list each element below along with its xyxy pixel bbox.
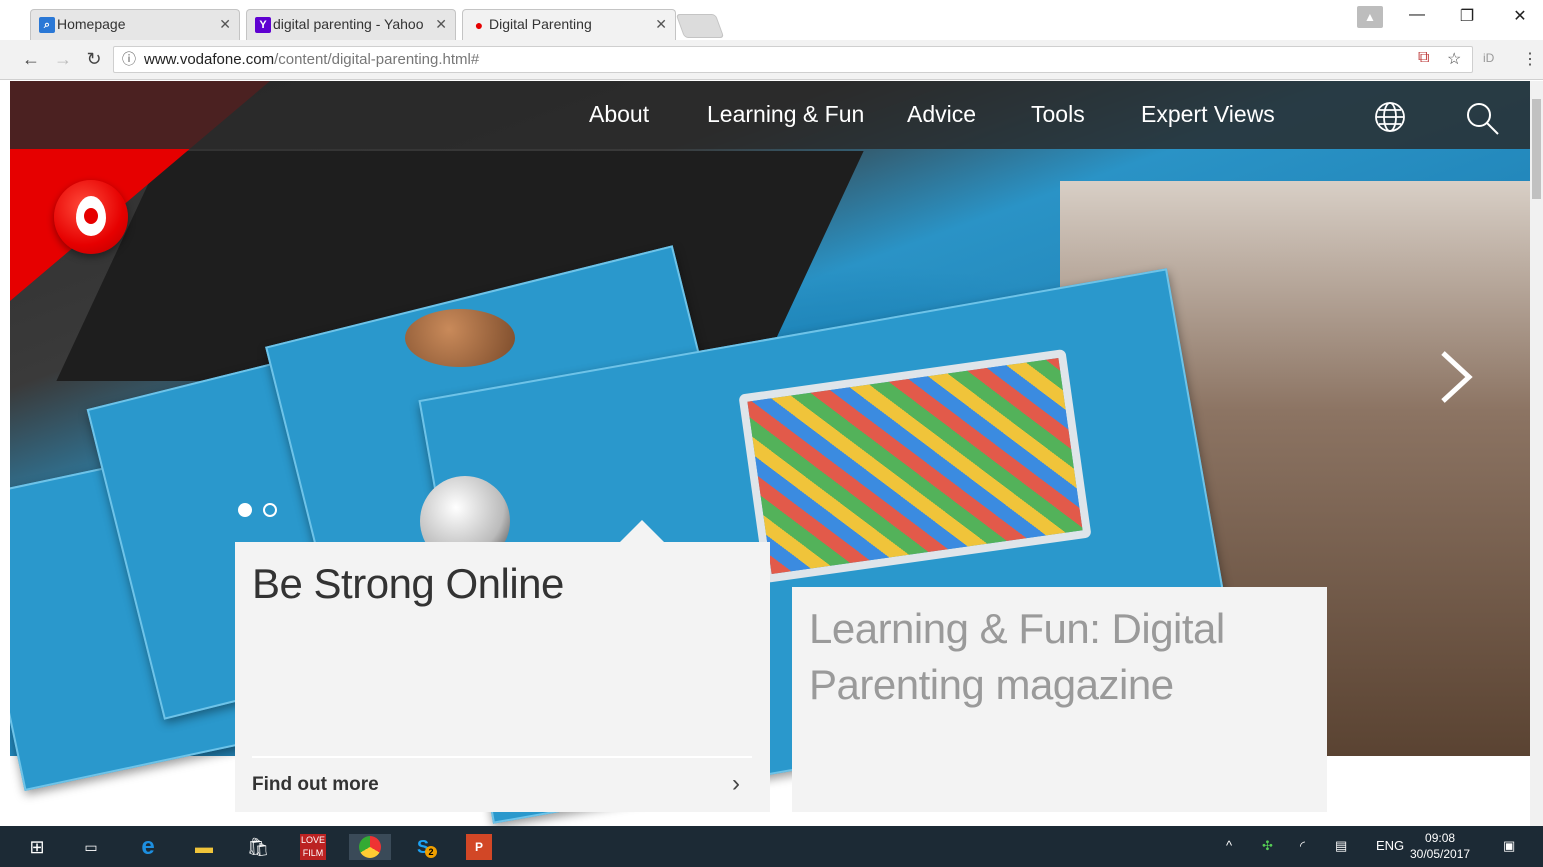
skype-badge: 2 [425, 846, 437, 858]
close-icon[interactable]: ✕ [655, 10, 667, 39]
notifications-icon[interactable]: ▣ [1503, 838, 1515, 854]
bookmark-star-icon[interactable]: ☆ [1447, 49, 1461, 69]
yahoo-icon: Y [255, 17, 271, 33]
card-title: Be Strong Online [252, 560, 564, 607]
search-icon: ⌕ [39, 17, 55, 33]
divider [252, 756, 752, 758]
carousel-next-icon[interactable] [1435, 349, 1475, 405]
close-icon[interactable]: ✕ [435, 10, 447, 39]
restore-icon[interactable]: ❐ [1452, 6, 1482, 26]
minimize-icon[interactable]: — [1402, 6, 1432, 24]
wifi-icon[interactable]: ◜ [1300, 838, 1305, 854]
nav-learning-fun[interactable]: Learning & Fun [707, 101, 864, 128]
file-explorer-icon[interactable]: ▬ [191, 834, 217, 860]
love-film-icon[interactable]: LOVE FILM [300, 834, 326, 860]
nav-advice[interactable]: Advice [907, 101, 976, 128]
menu-icon[interactable]: ⋮ [1522, 49, 1538, 69]
system-clock[interactable]: 09:08 30/05/2017 [1410, 830, 1470, 862]
edge-icon[interactable]: e [135, 834, 161, 860]
url-path: /content/digital-parenting.html# [274, 51, 480, 68]
browser-tab-strip: ⌕ Homepage ✕ Y digital parenting - Yahoo… [0, 0, 1543, 40]
browser-toolbar: ← → ↻ ⓘ www.vodafone.com/content/digital… [0, 40, 1543, 80]
tab-title: Digital Parenting [489, 16, 592, 32]
keyboard-icon[interactable]: ▤ [1335, 838, 1347, 854]
close-icon[interactable]: ✕ [219, 10, 231, 39]
windows-start-icon[interactable]: ⊞ [24, 834, 50, 860]
carousel-dot-2[interactable] [263, 503, 277, 517]
tab-homepage[interactable]: ⌕ Homepage ✕ [30, 9, 240, 40]
powerpoint-icon[interactable]: P [466, 834, 492, 860]
info-icon[interactable]: ⓘ [122, 47, 136, 72]
site-navigation: About Learning & Fun Advice Tools Expert… [10, 81, 1530, 149]
nav-tools[interactable]: Tools [1031, 101, 1085, 128]
page-scrollbar[interactable] [1530, 81, 1543, 826]
tab-digital-parenting[interactable]: ● Digital Parenting ✕ [462, 9, 676, 40]
carousel-dot-1[interactable] [238, 503, 252, 517]
be-strong-online-card[interactable]: Be Strong Online Find out more › [235, 520, 770, 812]
task-view-icon[interactable]: ▭ [78, 834, 104, 860]
nav-expert-views[interactable]: Expert Views [1141, 101, 1275, 128]
language-indicator[interactable]: ENG [1376, 838, 1404, 853]
chevron-right-icon[interactable]: › [732, 770, 740, 798]
clock-time: 09:08 [1425, 831, 1456, 845]
rugby-ball-image [405, 309, 515, 367]
new-tab-button[interactable] [675, 14, 725, 38]
url-host: www.vodafone.com [144, 51, 275, 68]
chevron-up-icon[interactable]: ^ [1226, 838, 1232, 853]
card-title: Learning & Fun: Digital Parenting magazi… [809, 605, 1225, 708]
scrollbar-thumb[interactable] [1532, 99, 1541, 199]
store-icon[interactable]: 🛍 [245, 834, 271, 860]
skype-icon[interactable]: S2 [410, 834, 437, 860]
tab-title: digital parenting - Yahoo [273, 16, 424, 32]
tab-yahoo[interactable]: Y digital parenting - Yahoo ✕ [246, 9, 456, 40]
tab-title: Homepage [57, 16, 126, 32]
address-bar[interactable]: ⓘ www.vodafone.com/content/digital-paren… [113, 46, 1473, 73]
find-out-more-link[interactable]: Find out more [252, 774, 379, 796]
globe-icon[interactable] [1374, 101, 1406, 133]
reload-icon[interactable]: ↻ [83, 49, 105, 70]
vodafone-logo[interactable] [54, 180, 128, 254]
search-icon[interactable] [1465, 101, 1501, 137]
windows-taskbar: ⊞ ▭ e ▬ 🛍 LOVE FILM S2 P ^ ✣ ◜ ▤ ENG 09:… [0, 826, 1543, 867]
back-icon[interactable]: ← [20, 49, 42, 70]
chrome-icon[interactable] [349, 834, 391, 860]
translate-icon[interactable]: ⧉ [1418, 49, 1429, 67]
extension-id-icon[interactable]: iD [1483, 51, 1494, 65]
close-window-icon[interactable]: ✕ [1505, 6, 1535, 26]
network-share-icon[interactable]: ✣ [1262, 838, 1273, 854]
web-page: About Learning & Fun Advice Tools Expert… [10, 81, 1530, 826]
profile-icon[interactable]: ▲ [1357, 6, 1383, 28]
vodafone-icon: ● [474, 17, 484, 33]
nav-about[interactable]: About [589, 101, 649, 128]
forward-icon[interactable]: → [52, 49, 74, 70]
learning-fun-card[interactable]: Learning & Fun: Digital Parenting magazi… [792, 587, 1327, 812]
clock-date: 30/05/2017 [1410, 847, 1471, 861]
